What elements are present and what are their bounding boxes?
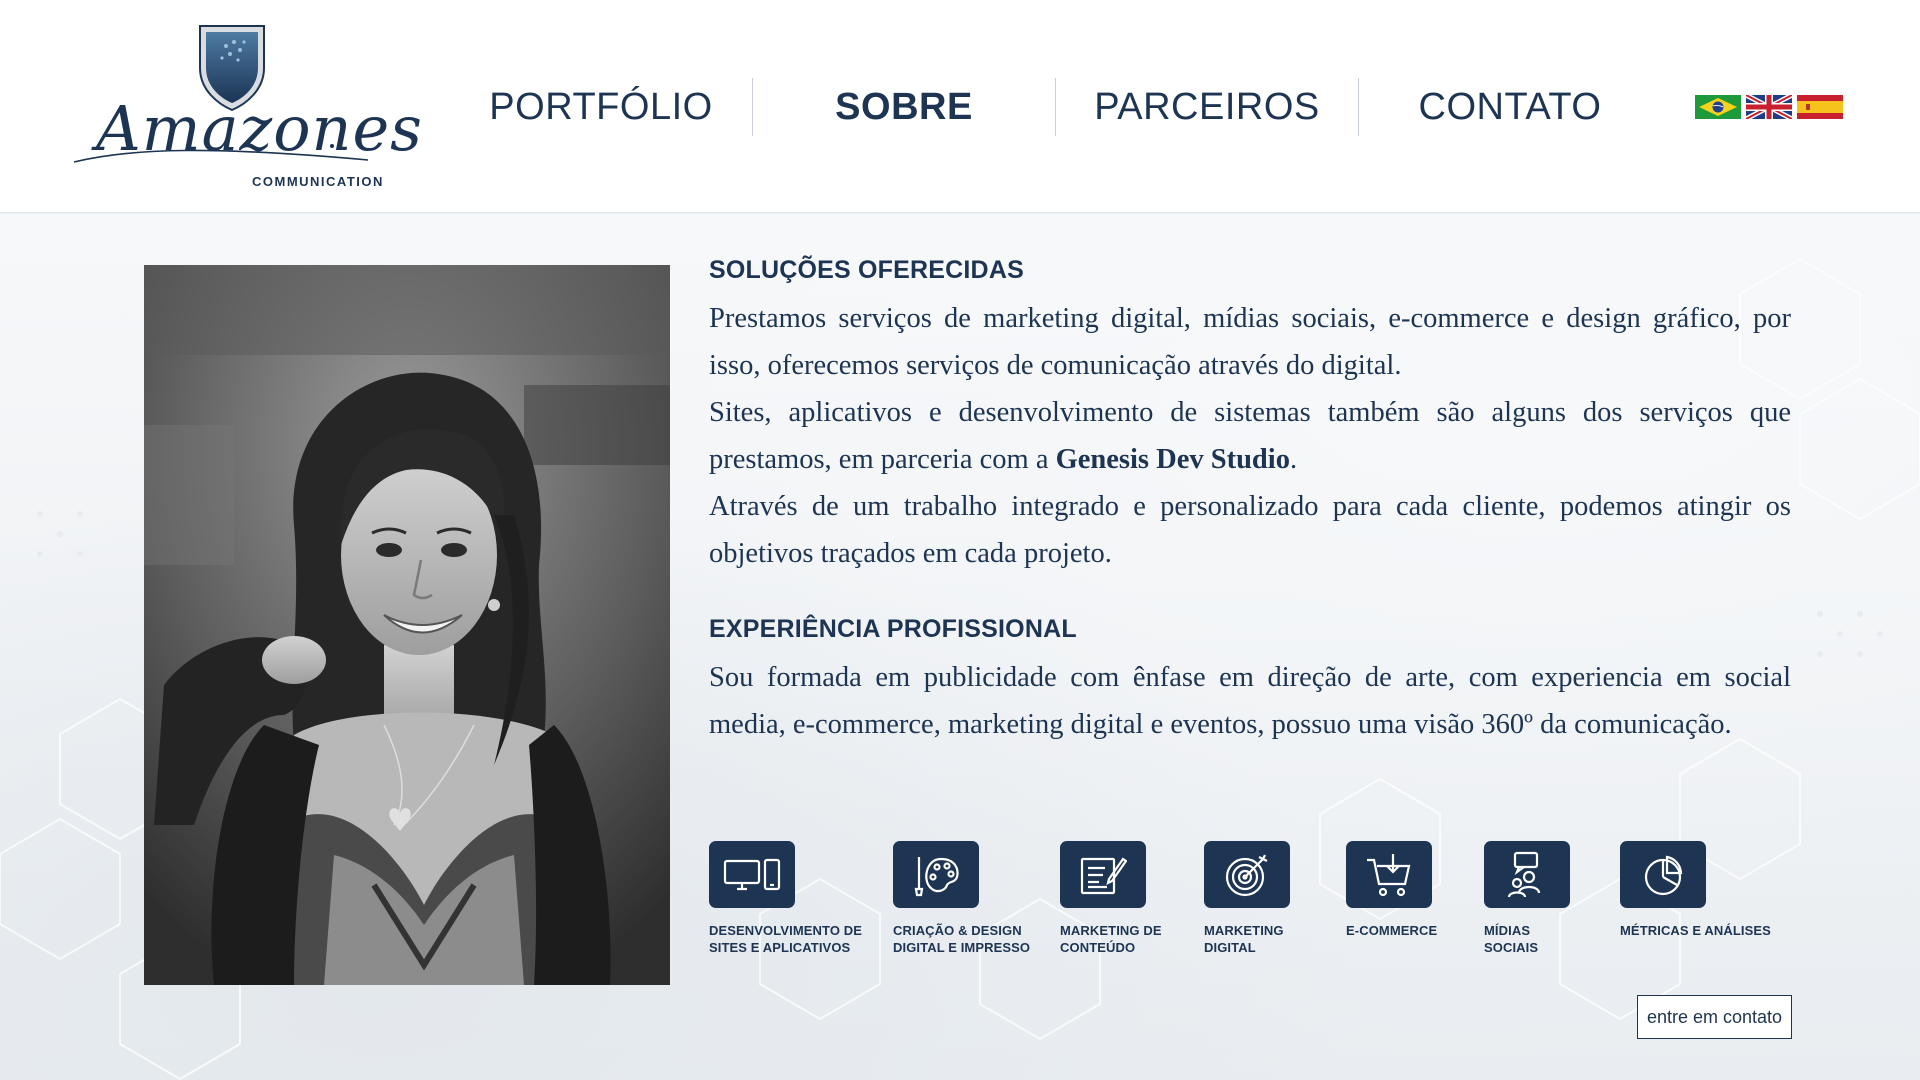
target-icon (1204, 841, 1290, 908)
service-label: E-COMMERCE (1346, 923, 1438, 938)
solutions-paragraph-3: Através de um trabalho integrado e perso… (709, 491, 1791, 569)
services-row: DESENVOLVIMENTO DE SITES E APLICATIVOS C… (709, 841, 1791, 961)
nav-item-portfolio[interactable]: PORTFÓLIO (450, 78, 752, 136)
service-label: CRIAÇÃO & DESIGN DIGITAL E IMPRESSO (893, 923, 1031, 955)
experience-paragraph: Sou formada em publicidade com ênfase em… (709, 662, 1791, 740)
people-icon (1484, 841, 1570, 908)
pie-chart-icon (1620, 841, 1706, 908)
solutions-title: SOLUÇÕES OFERECIDAS (709, 256, 1024, 284)
service-label: MÉTRICAS E ANÁLISES (1620, 923, 1771, 938)
experience-title: EXPERIÊNCIA PROFISSIONAL (709, 615, 1077, 643)
brand-logo[interactable]: Amazones COMMUNICATION (72, 22, 422, 192)
service-label: MÍDIAS SOCIAIS (1484, 923, 1539, 955)
site-header: Amazones COMMUNICATION PORTFÓLIO SOBRE P… (0, 0, 1920, 213)
brazil-flag-icon[interactable] (1695, 95, 1741, 119)
spain-flag-icon[interactable] (1797, 95, 1843, 119)
about-content: SOLUÇÕES OFERECIDAS Prestamos serviços d… (709, 256, 1791, 748)
solutions-paragraph-2: Sites, aplicativos e desenvolvimento de … (709, 389, 1791, 483)
service-design: CRIAÇÃO & DESIGN DIGITAL E IMPRESSO (893, 841, 1030, 956)
partner-name: Genesis Dev Studio (1055, 444, 1290, 475)
devices-icon (709, 841, 795, 908)
contact-button[interactable]: entre em contato (1637, 995, 1792, 1039)
uk-flag-icon[interactable] (1746, 95, 1792, 119)
service-web-apps: DESENVOLVIMENTO DE SITES E APLICATIVOS (709, 841, 862, 956)
brand-tagline: COMMUNICATION (252, 174, 384, 189)
about-section: SOLUÇÕES OFERECIDAS Prestamos serviços d… (0, 214, 1920, 1080)
service-metrics: MÉTRICAS E ANÁLISES (1620, 841, 1771, 939)
service-social-media: MÍDIAS SOCIAIS (1484, 841, 1570, 956)
service-label: DESENVOLVIMENTO DE SITES E APLICATIVOS (709, 923, 863, 955)
solutions-paragraph-2-end: . (1289, 444, 1298, 475)
main-nav: PORTFÓLIO SOBRE PARCEIROS CONTATO (450, 78, 1661, 136)
solutions-paragraph-1: Prestamos serviços de marketing digital,… (709, 303, 1791, 381)
profile-photo (144, 265, 670, 985)
service-digital-marketing: MARKETING DIGITAL (1204, 841, 1290, 956)
service-content-marketing: MARKETING DE CONTEÚDO (1060, 841, 1162, 956)
nav-item-sobre[interactable]: SOBRE (753, 78, 1055, 136)
nav-item-parceiros[interactable]: PARCEIROS (1056, 78, 1358, 136)
palette-icon (893, 841, 979, 908)
service-label: MARKETING DE CONTEÚDO (1060, 923, 1162, 955)
cart-icon (1346, 841, 1432, 908)
nav-item-contato[interactable]: CONTATO (1359, 78, 1661, 136)
service-ecommerce: E-COMMERCE (1346, 841, 1437, 939)
language-switcher (1695, 95, 1843, 119)
document-pen-icon (1060, 841, 1146, 908)
service-label: MARKETING DIGITAL (1204, 923, 1284, 955)
